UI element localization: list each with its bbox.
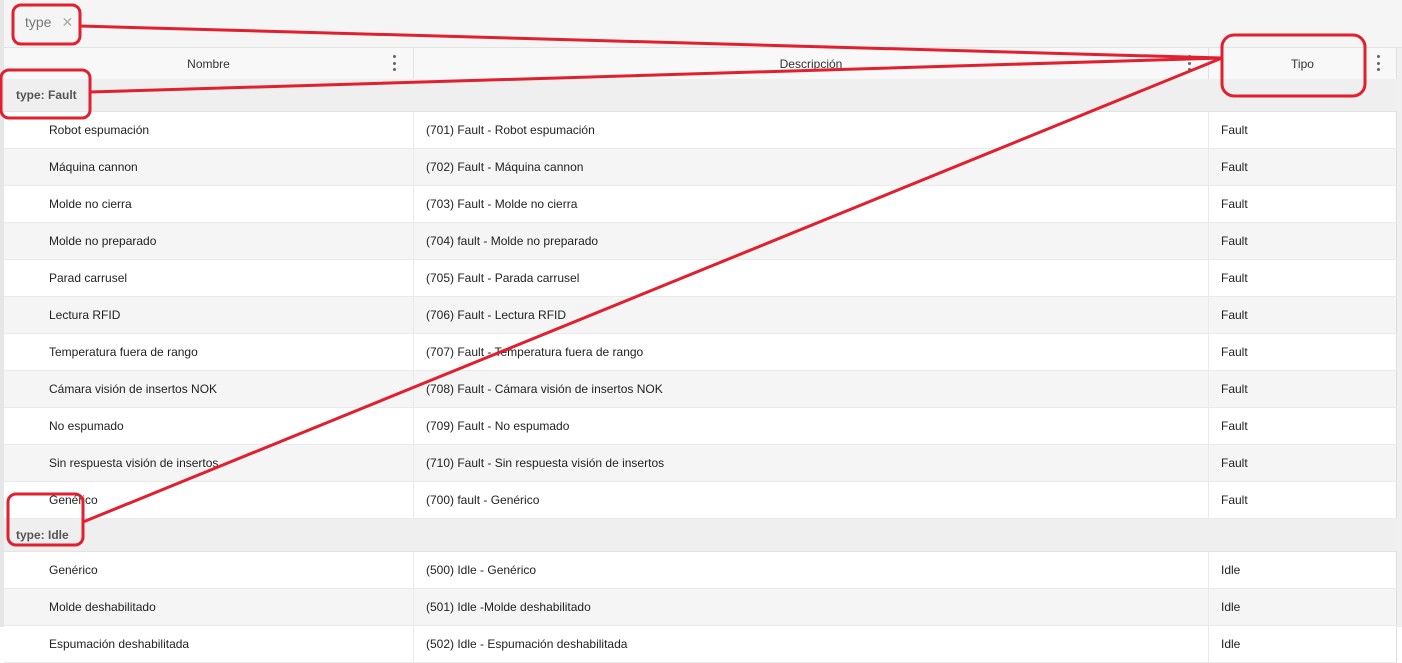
cell-descripcion[interactable]: (703) Fault - Molde no cierra [414, 186, 1209, 222]
table-row[interactable]: Molde deshabilitado (501) Idle -Molde des… [4, 589, 1397, 626]
group-label: type: Idle [16, 528, 69, 542]
group-row[interactable]: type: Idle [4, 519, 1397, 552]
table-row[interactable]: Robot espumación (701) Fault - Robot espu… [4, 112, 1397, 149]
group-row[interactable]: type: Fault [4, 79, 1397, 112]
cell-nombre[interactable]: Espumación deshabilitada [37, 626, 414, 662]
cell-tipo[interactable]: Fault [1209, 223, 1397, 259]
cell-descripcion[interactable]: (708) Fault - Cámara visión de insertos … [414, 371, 1209, 407]
cell-tipo[interactable]: Idle [1209, 589, 1397, 625]
grid-body: type: Fault Robot espumación (701) Fault -… [4, 79, 1397, 663]
table-row[interactable]: Parad carrusel (705) Fault - Parada carru… [4, 260, 1397, 297]
cell-tipo[interactable]: Fault [1209, 408, 1397, 444]
table-row[interactable]: Sin respuesta visión de insertos (710) Fa… [4, 445, 1397, 482]
cell-tipo[interactable]: Fault [1209, 260, 1397, 296]
cell-nombre[interactable]: Lectura RFID [37, 297, 414, 333]
column-menu-icon[interactable] [389, 55, 399, 71]
cell-tipo[interactable]: Fault [1209, 482, 1397, 518]
cell-nombre[interactable]: Parad carrusel [37, 260, 414, 296]
cell-tipo[interactable]: Fault [1209, 186, 1397, 222]
cell-descripcion[interactable]: (707) Fault - Temperatura fuera de rango [414, 334, 1209, 370]
cell-descripcion[interactable]: (704) fault - Molde no preparado [414, 223, 1209, 259]
cell-nombre[interactable]: Temperatura fuera de rango [37, 334, 414, 370]
cell-tipo[interactable]: Fault [1209, 371, 1397, 407]
column-header-label: Descripción [779, 56, 843, 71]
cell-nombre[interactable]: Sin respuesta visión de insertos [37, 445, 414, 481]
cell-descripcion[interactable]: (710) Fault - Sin respuesta visión de in… [414, 445, 1209, 481]
cell-descripcion[interactable]: (500) Idle - Genérico [414, 552, 1209, 588]
cell-descripcion[interactable]: (706) Fault - Lectura RFID [414, 297, 1209, 333]
cell-nombre[interactable]: Cámara visión de insertos NOK [37, 371, 414, 407]
group-label: type: Fault [16, 88, 77, 102]
cell-nombre[interactable]: Robot espumación [37, 112, 414, 148]
table-row[interactable]: Lectura RFID (706) Fault - Lectura RFID Fa… [4, 297, 1397, 334]
cell-nombre[interactable]: Molde no preparado [37, 223, 414, 259]
vertical-scrollbar[interactable] [1397, 48, 1402, 627]
cell-descripcion[interactable]: (709) Fault - No espumado [414, 408, 1209, 444]
table-row[interactable]: Máquina cannon (702) Fault - Máquina cann… [4, 149, 1397, 186]
cell-descripcion[interactable]: (705) Fault - Parada carrusel [414, 260, 1209, 296]
table-row[interactable]: Temperatura fuera de rango (707) Fault - … [4, 334, 1397, 371]
column-header-descripcion[interactable]: Descripción [414, 48, 1209, 79]
cell-nombre[interactable]: Genérico [37, 482, 414, 518]
column-header-label: Tipo [1291, 56, 1314, 71]
cell-descripcion[interactable]: (701) Fault - Robot espumación [414, 112, 1209, 148]
cell-descripcion[interactable]: (702) Fault - Máquina cannon [414, 149, 1209, 185]
cell-descripcion[interactable]: (502) Idle - Espumación deshabilitada [414, 626, 1209, 662]
column-header-nombre[interactable]: Nombre [4, 48, 414, 79]
table-row[interactable]: Genérico (700) fault - Genérico Fault [4, 482, 1397, 519]
cell-descripcion[interactable]: (501) Idle -Molde deshabilitado [414, 589, 1209, 625]
cell-tipo[interactable]: Idle [1209, 626, 1397, 662]
cell-tipo[interactable]: Fault [1209, 334, 1397, 370]
cell-nombre[interactable]: Máquina cannon [37, 149, 414, 185]
cell-nombre[interactable]: Genérico [37, 552, 414, 588]
group-chip-type[interactable]: type ✕ [18, 8, 78, 36]
table-row[interactable]: Espumación deshabilitada (502) Idle - Esp… [4, 626, 1397, 663]
grid-header: Nombre Descripción Tipo [4, 48, 1397, 80]
cell-tipo[interactable]: Fault [1209, 149, 1397, 185]
cell-descripcion[interactable]: (700) fault - Genérico [414, 482, 1209, 518]
cell-nombre[interactable]: Molde no cierra [37, 186, 414, 222]
table-row[interactable]: Molde no cierra (703) Fault - Molde no ci… [4, 186, 1397, 223]
table-row[interactable]: Molde no preparado (704) fault - Molde no… [4, 223, 1397, 260]
cell-nombre[interactable]: No espumado [37, 408, 414, 444]
table-row[interactable]: Genérico (500) Idle - Genérico Idle [4, 552, 1397, 589]
column-menu-icon[interactable] [1184, 55, 1194, 71]
close-icon[interactable]: ✕ [61, 14, 73, 31]
column-menu-icon[interactable] [1373, 55, 1383, 71]
table-row[interactable]: No espumado (709) Fault - No espumado Faul… [4, 408, 1397, 445]
column-header-label: Nombre [187, 56, 230, 71]
group-chip-label: type [25, 14, 52, 30]
table-row[interactable]: Cámara visión de insertos NOK (708) Fault… [4, 371, 1397, 408]
group-by-panel: type ✕ [4, 0, 1402, 48]
column-header-tipo[interactable]: Tipo [1209, 48, 1397, 79]
cell-tipo[interactable]: Idle [1209, 552, 1397, 588]
cell-tipo[interactable]: Fault [1209, 112, 1397, 148]
cell-tipo[interactable]: Fault [1209, 445, 1397, 481]
cell-nombre[interactable]: Molde deshabilitado [37, 589, 414, 625]
cell-tipo[interactable]: Fault [1209, 297, 1397, 333]
